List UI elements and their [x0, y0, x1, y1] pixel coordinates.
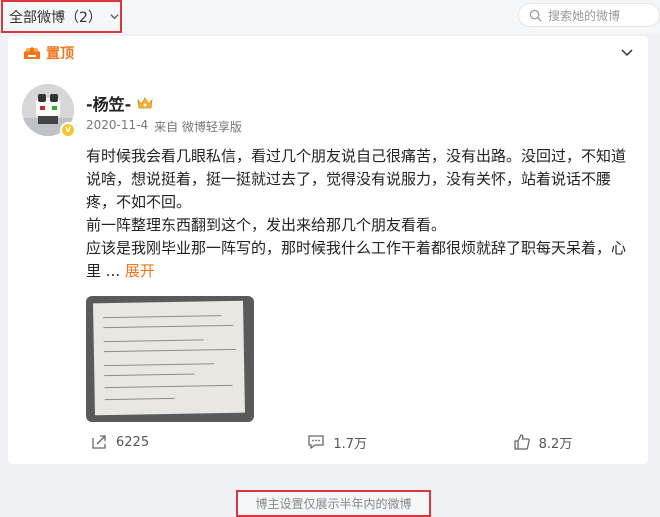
- post-actions: 6225 1.7万 8.2万: [8, 428, 648, 456]
- comment-icon: [308, 435, 324, 450]
- post-content: 有时候我会看几眼私信，看过几个朋友说自己很痛苦，没有出路。没回过，不知道说啥，想…: [86, 145, 631, 283]
- like-count: 8.2万: [538, 436, 573, 452]
- handwritten-note-image: [93, 300, 245, 416]
- thumbs-up-icon: [514, 434, 530, 450]
- post-paragraph: 应该是我刚毕业那一阵写的，那时候我什么工作干着都很烦就辞了职每天呆着，心里: [86, 239, 627, 280]
- pinned-label: 置顶: [46, 46, 74, 62]
- top-bar: 全部微博（2） 搜索她的微博: [0, 0, 660, 34]
- like-button[interactable]: 8.2万: [443, 428, 648, 456]
- post-paragraph: 前一阵整理东西翻到这个，发出来给那几个朋友看看。: [86, 216, 447, 234]
- chevron-down-icon: [110, 14, 119, 20]
- repost-icon: [92, 435, 106, 449]
- comment-button[interactable]: 1.7万: [225, 428, 442, 456]
- avatar[interactable]: v: [22, 84, 76, 138]
- comment-count: 1.7万: [333, 436, 368, 452]
- feed-filter-dropdown[interactable]: 全部微博（2）: [1, 0, 122, 33]
- verified-badge: v: [60, 122, 76, 138]
- visibility-notice: 博主设置仅展示半年内的微博: [236, 490, 431, 517]
- search-icon: [529, 9, 542, 22]
- repost-count: 6225: [116, 434, 150, 450]
- visibility-notice-text: 博主设置仅展示半年内的微博: [255, 497, 412, 511]
- pinned-indicator: 置顶: [22, 41, 74, 65]
- post-meta: 2020-11-4 来自 微博轻享版: [86, 118, 242, 135]
- feed-filter-label: 全部微博（2）: [9, 9, 102, 26]
- search-input[interactable]: 搜索她的微博: [518, 3, 660, 27]
- pin-icon: [24, 47, 40, 59]
- chevron-down-icon[interactable]: [620, 45, 634, 59]
- search-placeholder: 搜索她的微博: [548, 8, 621, 23]
- post-paragraph: 有时候我会看几眼私信，看过几个朋友说自己很痛苦，没有出路。没回过，不知道说啥，想…: [86, 147, 627, 211]
- post-paragraph-truncated: 应该是我刚毕业那一阵写的，那时候我什么工作干着都很烦就辞了职每天呆着，心里 ..…: [86, 237, 631, 283]
- post-date[interactable]: 2020-11-4: [86, 118, 148, 135]
- repost-button[interactable]: 6225: [8, 428, 225, 456]
- post-source: 来自 微博轻享版: [154, 120, 242, 134]
- ellipsis: ...: [101, 262, 125, 280]
- post-image[interactable]: [86, 296, 254, 422]
- author-name[interactable]: -杨笠-: [86, 91, 131, 115]
- post-card: 置顶 v -杨笠- 2020-11-4 来自 微博轻享版 有时候我会看几眼私信，…: [8, 36, 648, 464]
- author-name-row: -杨笠-: [86, 91, 153, 115]
- crown-icon: [137, 97, 153, 109]
- expand-link[interactable]: 展开: [125, 262, 155, 280]
